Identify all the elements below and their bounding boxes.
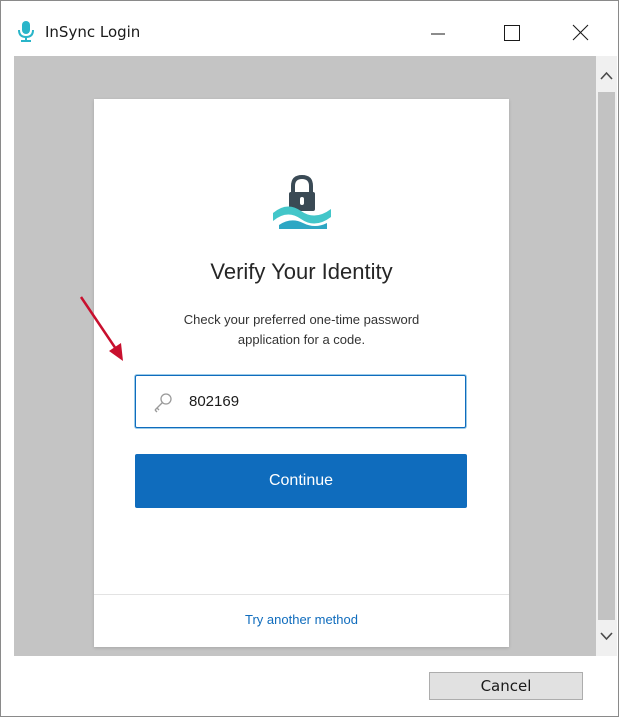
otp-code-value: 802169 xyxy=(189,393,240,410)
minimize-button[interactable] xyxy=(415,15,461,51)
login-window: InSync Login Verify Your Identity Check … xyxy=(0,0,619,717)
card-divider xyxy=(94,594,509,595)
verify-identity-card: Verify Your Identity Check your preferre… xyxy=(94,99,509,647)
microphone-icon xyxy=(18,21,34,42)
red-arrow-icon xyxy=(79,296,123,361)
try-another-method-link[interactable]: Try another method xyxy=(94,612,509,627)
page-title: Verify Your Identity xyxy=(210,259,393,284)
close-icon xyxy=(572,24,589,41)
close-button[interactable] xyxy=(557,15,603,51)
lock-icon xyxy=(273,174,331,229)
chevron-down-icon[interactable] xyxy=(596,626,617,646)
minimize-icon xyxy=(431,33,445,35)
vertical-scrollbar[interactable] xyxy=(596,56,617,656)
window-title: InSync Login xyxy=(45,23,141,41)
cancel-button[interactable]: Cancel xyxy=(429,672,583,700)
title-bar[interactable]: InSync Login xyxy=(1,1,618,56)
maximize-button[interactable] xyxy=(489,15,535,51)
chevron-up-icon[interactable] xyxy=(596,66,617,86)
key-icon xyxy=(154,393,172,413)
dialog-footer: Cancel xyxy=(1,656,618,716)
scrollbar-thumb[interactable] xyxy=(598,92,615,620)
maximize-icon xyxy=(504,25,520,41)
continue-button[interactable]: Continue xyxy=(135,454,467,508)
otp-code-field[interactable]: 802169 xyxy=(135,375,466,428)
instruction-text: Check your preferred one-time password a… xyxy=(183,312,420,347)
